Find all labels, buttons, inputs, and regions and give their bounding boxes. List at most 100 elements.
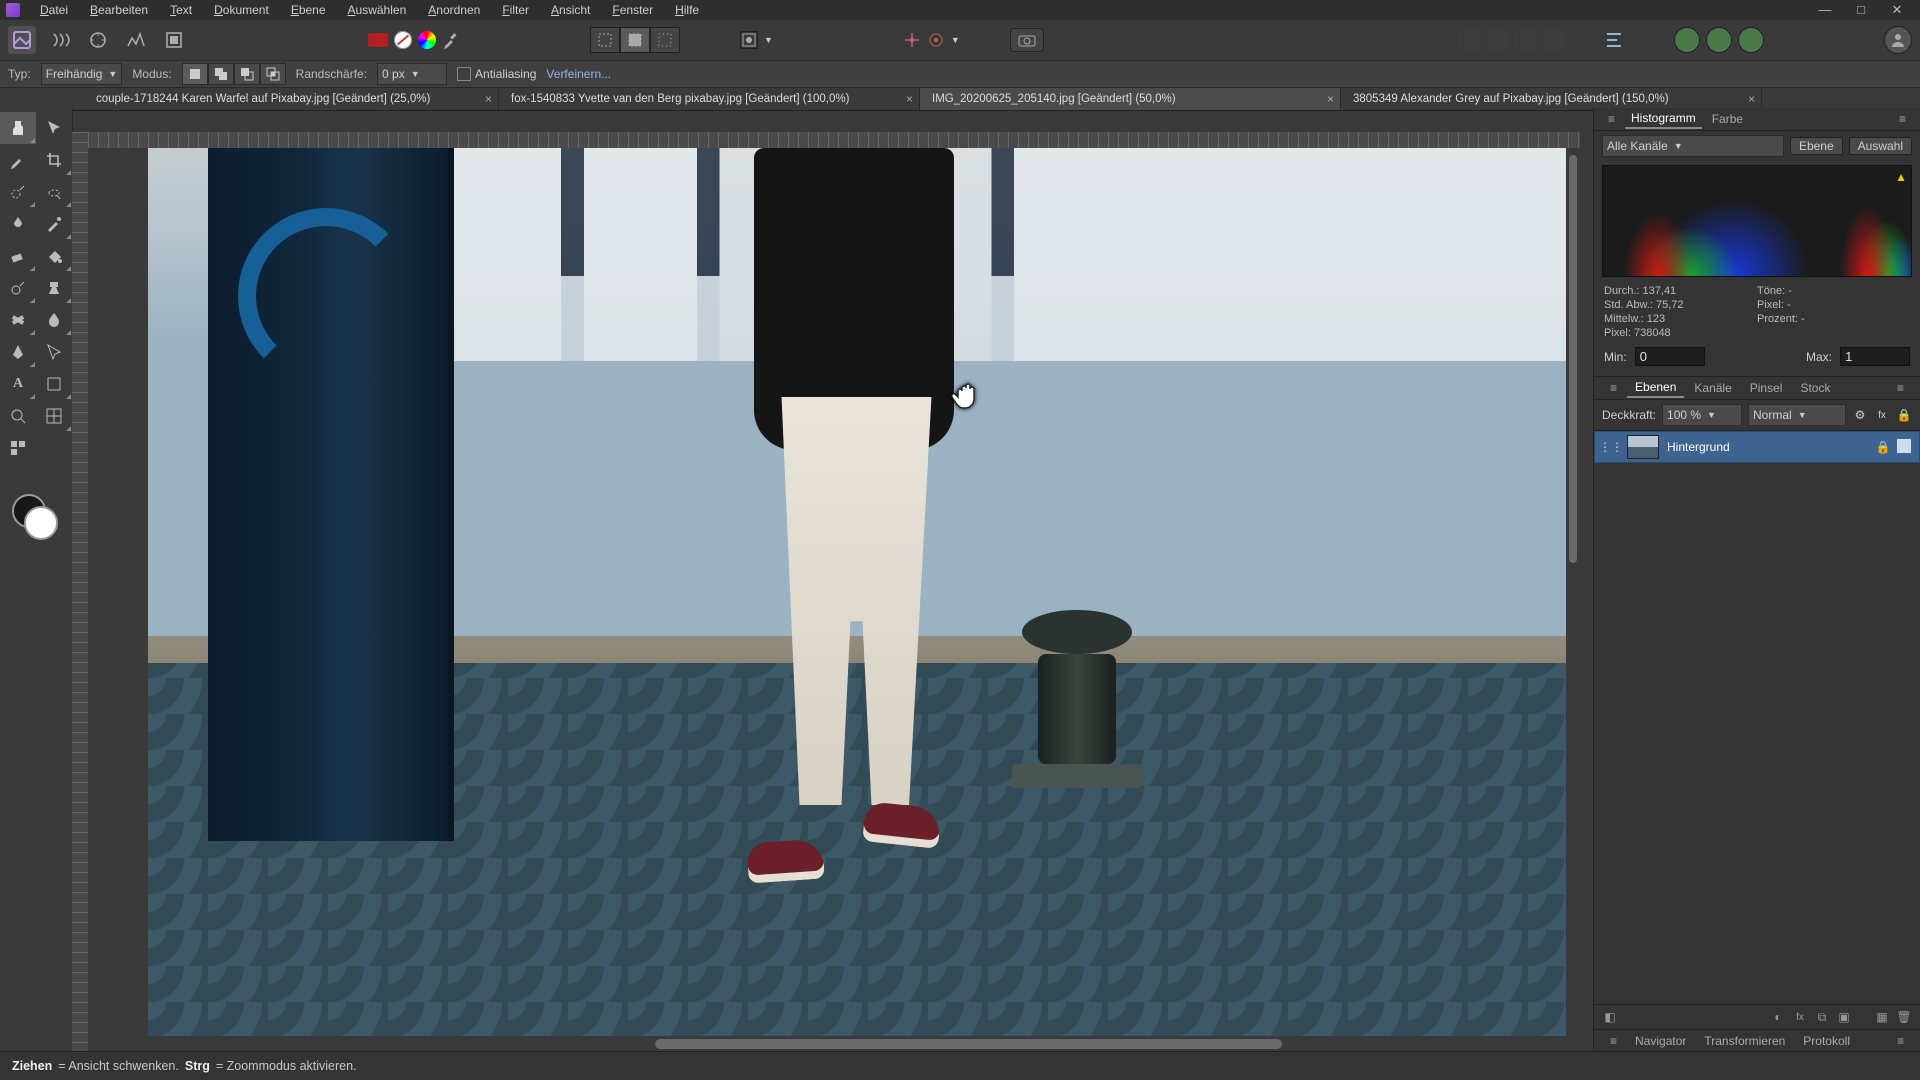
vertical-ruler[interactable] xyxy=(72,132,89,1052)
menu-icon[interactable]: ≡ xyxy=(1602,110,1621,128)
layer-scope-button[interactable]: Ebene xyxy=(1790,137,1843,155)
stock-tab[interactable]: Stock xyxy=(1792,379,1838,397)
mode-subtract-button[interactable] xyxy=(234,63,260,85)
color-tab[interactable]: Farbe xyxy=(1706,110,1749,128)
freehand-selection-tool[interactable] xyxy=(36,176,72,208)
channels-tab[interactable]: Kanäle xyxy=(1686,379,1739,397)
opacity-combo[interactable]: 100 %▼ xyxy=(1662,404,1742,426)
histogram-tab[interactable]: Histogramm xyxy=(1625,109,1702,129)
layer-row[interactable]: ⋮⋮ Hintergrund 🔒 xyxy=(1594,431,1920,463)
document-tab-active[interactable]: IMG_20200625_205140.jpg [Geändert] (50,0… xyxy=(920,88,1341,110)
liquify-persona-button[interactable] xyxy=(46,26,74,54)
menu-text[interactable]: Text xyxy=(160,1,202,19)
mesh-tool[interactable] xyxy=(36,400,72,432)
refine-button[interactable]: Verfeinern... xyxy=(546,67,611,81)
layers-tab[interactable]: Ebenen xyxy=(1627,378,1684,398)
menu-auswaehlen[interactable]: Auswählen xyxy=(338,1,417,19)
export-persona-button[interactable] xyxy=(160,26,188,54)
heal-tool[interactable] xyxy=(0,304,36,336)
layer-visible-checkbox[interactable] xyxy=(1897,439,1911,453)
sync-b-button[interactable] xyxy=(1706,27,1732,53)
lock-icon[interactable]: 🔒 xyxy=(1875,439,1891,455)
paint-brush-tool[interactable] xyxy=(36,208,72,240)
delete-layer-icon[interactable]: 🗑 xyxy=(1896,1009,1912,1025)
brushes-tab[interactable]: Pinsel xyxy=(1742,379,1791,397)
horizontal-ruler[interactable] xyxy=(88,132,1580,149)
document-tab[interactable]: couple-1718244 Karen Warfel auf Pixabay.… xyxy=(84,88,499,110)
document-tab[interactable]: 3805349 Alexander Grey auf Pixabay.jpg [… xyxy=(1341,88,1762,110)
erase-tool[interactable] xyxy=(0,240,36,272)
canvas-viewport[interactable] xyxy=(88,148,1580,1036)
maximize-button[interactable]: □ xyxy=(1844,2,1878,18)
mode-add-button[interactable] xyxy=(208,63,234,85)
layer-menu-icon[interactable]: ⋮⋮ xyxy=(1603,439,1619,455)
fx-icon[interactable]: fx xyxy=(1792,1009,1808,1025)
close-tab-icon[interactable]: × xyxy=(485,92,492,106)
gear-icon[interactable]: ⚙ xyxy=(1852,407,1868,423)
channels-combo[interactable]: Alle Kanäle ▼ xyxy=(1602,135,1784,157)
layer-thumbnail[interactable] xyxy=(1627,435,1659,459)
dodge-tool[interactable] xyxy=(0,272,36,304)
hist-max-input[interactable] xyxy=(1840,347,1910,366)
node-tool[interactable] xyxy=(36,336,72,368)
menu-hilfe[interactable]: Hilfe xyxy=(665,1,709,19)
menu-ansicht[interactable]: Ansicht xyxy=(541,1,600,19)
move-tool[interactable] xyxy=(36,112,72,144)
foreground-color-swatch[interactable] xyxy=(24,506,58,540)
lock-icon[interactable]: 🔒 xyxy=(1896,407,1912,423)
selection-brush-tool[interactable] xyxy=(0,176,36,208)
feather-input[interactable]: 0 px ▼ xyxy=(377,63,447,85)
arrange-forward-button[interactable] xyxy=(1514,29,1536,51)
color-wheel-icon[interactable] xyxy=(418,31,436,49)
quickmask-button[interactable] xyxy=(740,31,758,49)
assets-tool[interactable] xyxy=(0,432,36,464)
clone-tool[interactable] xyxy=(36,272,72,304)
layer-list[interactable]: ⋮⋮ Hintergrund 🔒 xyxy=(1594,431,1920,1004)
shape-tool[interactable] xyxy=(36,368,72,400)
live-filter-icon[interactable]: ⧉ xyxy=(1814,1009,1830,1025)
develop-persona-button[interactable] xyxy=(84,26,112,54)
selection-scope-button[interactable]: Auswahl xyxy=(1849,137,1912,155)
panel-menu-icon[interactable]: ≡ xyxy=(1889,379,1912,397)
photo-persona-button[interactable] xyxy=(8,26,36,54)
navigator-tab[interactable]: Navigator xyxy=(1627,1032,1694,1050)
typ-combo[interactable]: Freihändig ▼ xyxy=(41,63,123,85)
mode-new-button[interactable] xyxy=(182,63,208,85)
blur-tool[interactable] xyxy=(36,304,72,336)
color-picker-tool[interactable] xyxy=(0,144,36,176)
document-tab[interactable]: fox-1540833 Yvette van den Berg pixabay.… xyxy=(499,88,920,110)
no-color-icon[interactable] xyxy=(394,31,412,49)
antialias-checkbox[interactable]: Antialiasing xyxy=(457,67,536,81)
chevron-down-icon[interactable]: ▼ xyxy=(764,35,773,45)
minimize-button[interactable]: — xyxy=(1808,2,1842,18)
blend-combo[interactable]: Normal▼ xyxy=(1748,404,1846,426)
close-tab-icon[interactable]: × xyxy=(1327,92,1334,106)
menu-filter[interactable]: Filter xyxy=(492,1,539,19)
menu-icon[interactable]: ≡ xyxy=(1602,379,1625,397)
layer-name[interactable]: Hintergrund xyxy=(1667,440,1730,454)
marquee-filled-button[interactable] xyxy=(620,27,650,53)
menu-dokument[interactable]: Dokument xyxy=(204,1,279,19)
transform-tab[interactable]: Transformieren xyxy=(1696,1032,1793,1050)
menu-bearbeiten[interactable]: Bearbeiten xyxy=(80,1,158,19)
history-tab[interactable]: Protokoll xyxy=(1795,1032,1858,1050)
menu-icon[interactable]: ≡ xyxy=(1602,1032,1625,1050)
snap-icon[interactable] xyxy=(903,31,921,49)
mode-intersect-button[interactable] xyxy=(260,63,286,85)
fill-tool[interactable] xyxy=(36,240,72,272)
arrange-back-button[interactable] xyxy=(1458,29,1480,51)
clip-warning-icon[interactable]: ▲ xyxy=(1895,170,1907,184)
document-canvas[interactable] xyxy=(148,148,1580,1036)
snap-target-icon[interactable] xyxy=(927,31,945,49)
chevron-down-icon[interactable]: ▼ xyxy=(951,35,960,45)
vertical-scrollbar[interactable] xyxy=(1566,148,1580,1036)
sync-c-button[interactable] xyxy=(1738,27,1764,53)
arrange-front-button[interactable] xyxy=(1542,29,1564,51)
align-button[interactable] xyxy=(1604,30,1624,50)
menu-anordnen[interactable]: Anordnen xyxy=(418,1,490,19)
menu-datei[interactable]: Datei xyxy=(30,1,78,19)
view-tool[interactable] xyxy=(0,112,36,144)
camera-button[interactable] xyxy=(1010,28,1044,52)
close-tab-icon[interactable]: × xyxy=(1748,92,1755,106)
adjustment-icon[interactable]: ◐ xyxy=(1770,1009,1786,1025)
